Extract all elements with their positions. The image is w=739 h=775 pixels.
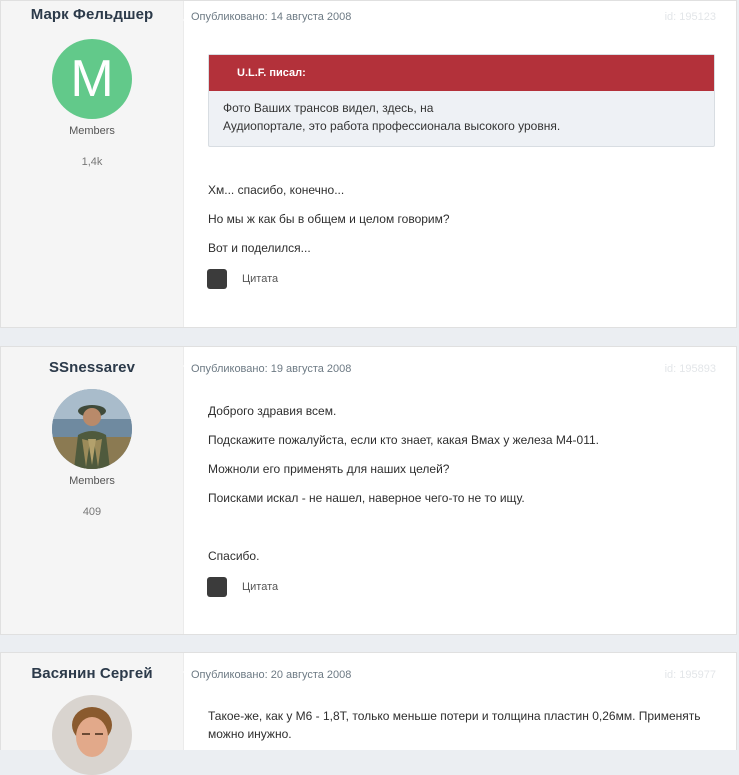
author-name[interactable]: SSnessarev [1,359,183,376]
quote-button[interactable]: Цитата [242,581,278,593]
published-date: Опубликовано: 20 августа 2008 [191,669,352,681]
post-body: Опубликовано: 14 августа 2008 id: 195123… [184,1,736,327]
quote-block: U.L.F. писал: Фото Ваших трансов видел, … [208,54,715,147]
avatar-photo [52,389,132,469]
published-date: Опубликовано: 14 августа 2008 [191,11,352,23]
post-paragraph: Спасибо. [208,549,260,563]
avatar[interactable] [52,389,132,469]
post-paragraph: Доброго здравия всем. [208,404,337,418]
post-paragraph: Но мы ж как бы в общем и целом говорим? [208,212,450,226]
post: SSnessarev Members 409 Опубликовано: 19 … [0,346,737,635]
post-meta: Опубликовано: 20 августа 2008 id: 195977 [191,669,716,681]
post: Васянин Сергей Опубликовано: 20 августа … [0,652,737,775]
post: Марк Фельдшер M Members 1,4k Опубликован… [0,0,737,328]
post-body: Опубликовано: 19 августа 2008 id: 195893… [184,347,736,634]
post-paragraph: Хм... спасибо, конечно... [208,183,345,197]
author-panel: Васянин Сергей [1,653,192,775]
post-body: Опубликовано: 20 августа 2008 id: 195977… [184,653,736,750]
post-count: 1,4k [81,156,103,168]
quote-icon[interactable] [207,269,227,289]
post-actions: Цитата [207,269,715,289]
post-id[interactable]: id: 195893 [665,363,716,375]
post-count: 409 [82,506,102,518]
post-actions: Цитата [207,577,715,597]
post-paragraph: Такое-же, как у М6 - 1,8Т, только меньше… [208,709,701,741]
post-id[interactable]: id: 195977 [665,669,716,681]
avatar[interactable]: M [52,39,132,119]
post-paragraph: Можноли его применять для наших целей? [208,462,450,476]
post-id[interactable]: id: 195123 [665,11,716,23]
member-group: Members [69,125,115,137]
author-panel: Марк Фельдшер M Members 1,4k [1,1,192,327]
quote-line: Аудиопортале, это работа профессионала в… [223,119,561,133]
quote-button[interactable]: Цитата [242,273,278,285]
quote-header[interactable]: U.L.F. писал: [209,55,714,91]
post-paragraph: Поисками искал - не нашел, наверное чего… [208,491,525,505]
post-paragraph: Вот и поделился... [208,241,311,255]
author-name[interactable]: Марк Фельдшер [1,6,183,23]
post-meta: Опубликовано: 19 августа 2008 id: 195893 [191,363,716,375]
quote-text: Фото Ваших трансов видел, здесь, на Ауди… [209,91,714,146]
author-name[interactable]: Васянин Сергей [1,665,183,682]
member-group: Members [69,475,115,487]
avatar[interactable] [52,695,132,775]
published-date: Опубликовано: 19 августа 2008 [191,363,352,375]
post-meta: Опубликовано: 14 августа 2008 id: 195123 [191,11,716,23]
post-paragraph: Подскажите пожалуйста, если кто знает, к… [208,433,600,447]
quote-line: Фото Ваших трансов видел, здесь, на [223,101,434,115]
avatar-photo [52,695,132,775]
quote-icon[interactable] [207,577,227,597]
author-panel: SSnessarev Members 409 [1,347,192,634]
